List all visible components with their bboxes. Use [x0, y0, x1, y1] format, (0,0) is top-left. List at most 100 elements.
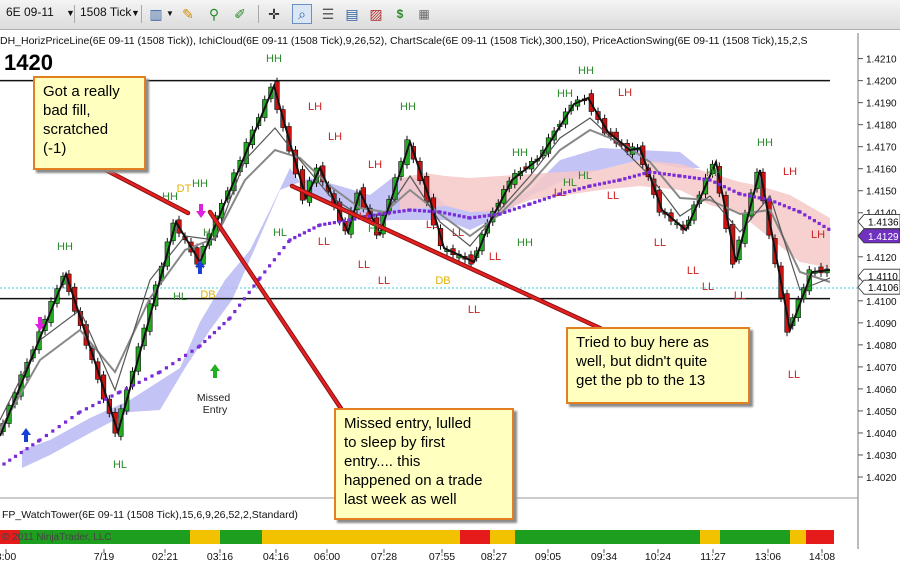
swing-label-lh: LH [308, 101, 322, 113]
kijun-dot [473, 215, 477, 219]
kijun-dot [533, 200, 537, 204]
swing-label-ll: LL [359, 211, 371, 223]
swing-label-hh: HH [192, 178, 208, 190]
kijun-dot [542, 197, 546, 201]
kijun-dot [808, 216, 812, 220]
swing-label-ll: LL [607, 190, 619, 202]
kijun-dot [478, 215, 482, 219]
chart-trader-icon[interactable]: ▤ [342, 4, 362, 24]
kijun-dot [402, 209, 406, 213]
pencil-icon[interactable]: ✎ [178, 4, 198, 24]
more-icon[interactable]: ▦ [414, 4, 434, 24]
swing-label-hl: HL [203, 227, 217, 239]
kijun-dot [78, 410, 82, 414]
interval-dropdown-icon[interactable]: ▼ [131, 8, 140, 18]
performance-icon[interactable]: ▨ [366, 4, 386, 24]
kijun-dot [323, 222, 327, 226]
kijun-dot [462, 215, 466, 219]
kijun-dot [792, 208, 796, 212]
kijun-dot [164, 366, 168, 370]
kijun-dot [827, 227, 831, 231]
kijun-dot [158, 370, 162, 374]
swing-label-ll: LL [687, 265, 699, 277]
kijun-dot [118, 390, 122, 394]
kijun-dot [778, 202, 782, 206]
price-label: 1.4060 [866, 385, 897, 396]
kijun-dot [517, 206, 521, 210]
kijun-dot [150, 374, 154, 378]
bar-chart-icon[interactable]: ▥ [146, 4, 166, 24]
zoom-icon[interactable]: ⌕ [292, 4, 312, 24]
strategy-icon[interactable]: $ [390, 4, 410, 24]
toolbar-separator [258, 5, 259, 23]
kijun-dot [212, 330, 216, 335]
bar-type-dropdown-icon[interactable]: ▼ [166, 9, 174, 18]
swing-label-ll: LL [734, 290, 746, 302]
swing-label-ll: LL [378, 275, 390, 287]
kijun-dot [348, 218, 352, 222]
kijun-dot [618, 178, 622, 182]
kijun-dot [672, 173, 676, 177]
properties-icon[interactable]: ☰ [318, 4, 338, 24]
time-label: 07:28 [371, 551, 397, 563]
price-label: 1.4070 [866, 363, 897, 374]
swing-label-ll: LL [489, 251, 501, 263]
watchtower-mid-segment [700, 530, 720, 544]
kijun-dot [388, 211, 392, 215]
kijun-dot [203, 339, 207, 344]
price-label: 1.4080 [866, 341, 897, 352]
kijun-dot [144, 377, 148, 381]
kijun-dot [773, 200, 777, 204]
watchtower-mid-segment [190, 530, 220, 544]
swing-label-ll: LL [318, 236, 330, 248]
kijun-dot [688, 175, 692, 179]
time-label: 04:16 [263, 551, 289, 563]
time-label: 09:05 [535, 551, 561, 563]
kijun-dot [498, 212, 502, 216]
time-label: 14:08 [809, 551, 835, 563]
kijun-dot [782, 204, 786, 208]
kijun-dot [8, 458, 12, 462]
toolbar-separator [74, 5, 75, 23]
chart-toolbar: 6E 09-11 ▼ 1508 Tick ▼ ▥ ▼ ✎ ⚲ ✐ ✛ ⌕ ☰ ▤… [0, 0, 900, 30]
swing-label-db: DB [435, 275, 450, 287]
kijun-dot [732, 189, 736, 193]
kijun-dot [318, 223, 322, 227]
crosshair-icon[interactable]: ✛ [264, 4, 284, 24]
kijun-dot [208, 335, 212, 339]
instrument-selector[interactable]: 6E 09-11 [6, 5, 54, 19]
watchtower-down-segment [460, 530, 490, 544]
callout-bad-fill: Got a really bad fill, scratched (-1) [33, 76, 146, 170]
brush-icon[interactable]: ✐ [230, 4, 250, 24]
kijun-dot [743, 193, 747, 197]
kijun-dot [662, 172, 666, 176]
time-label: 09:34 [591, 551, 617, 563]
time-label: 11:27 [700, 551, 726, 563]
price-label: 1.4210 [866, 55, 897, 66]
kijun-dot [198, 344, 202, 348]
swing-label-ll: LL [702, 281, 714, 293]
watchtower-up-segment [220, 530, 262, 544]
price-tag-label: 1.4106 [868, 283, 899, 294]
kijun-dot [572, 188, 576, 192]
kijun-dot [372, 213, 376, 217]
interval-selector[interactable]: 1508 Tick [80, 5, 131, 19]
swing-label-ll: LL [452, 227, 464, 239]
watchtower-mid-segment [262, 530, 460, 544]
kijun-dot [2, 462, 6, 466]
kijun-dot [242, 297, 246, 301]
swing-label-hh: HH [57, 241, 73, 253]
swing-label-hh: HH [706, 167, 722, 179]
kijun-dot [547, 196, 551, 200]
pin-icon[interactable]: ⚲ [204, 4, 224, 24]
price-label: 1.4040 [866, 429, 897, 440]
kijun-dot [64, 420, 68, 424]
time-label: 08:27 [481, 551, 507, 563]
kijun-dot [738, 192, 742, 196]
price-tag-label: 1.4136 [868, 218, 899, 229]
kijun-dot [457, 214, 461, 218]
kijun-dot [538, 199, 542, 203]
kijun-dot [678, 174, 682, 178]
kijun-dot [438, 210, 442, 214]
price-label: 1.4200 [866, 77, 897, 88]
